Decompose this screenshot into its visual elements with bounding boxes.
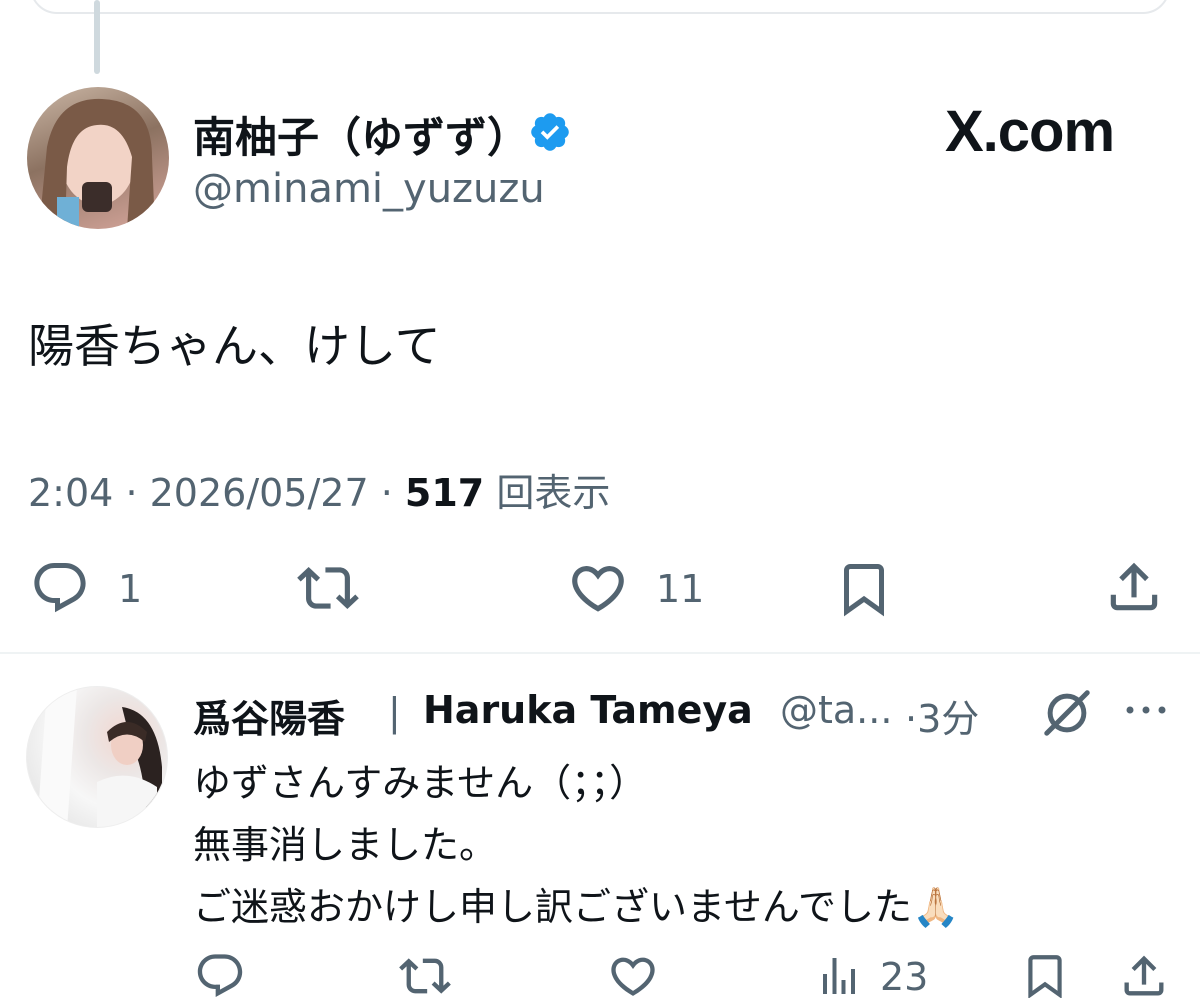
more-options-icon[interactable] bbox=[1122, 700, 1170, 720]
reply-author-handle[interactable]: @ta... bbox=[780, 688, 892, 732]
thread-connector-line bbox=[94, 0, 100, 74]
reply-icon[interactable] bbox=[192, 950, 248, 998]
retweet-icon[interactable] bbox=[396, 950, 454, 998]
reply-icon[interactable] bbox=[28, 558, 92, 618]
grok-icon[interactable] bbox=[1040, 686, 1094, 740]
reply-time[interactable]: 3分 bbox=[917, 697, 979, 741]
tweet-divider bbox=[0, 652, 1200, 654]
author-handle[interactable]: @minami_yuzuzu bbox=[193, 166, 545, 212]
meta-separator: · bbox=[380, 471, 405, 515]
meta-separator: · bbox=[125, 471, 150, 515]
reply-views-count: 23 bbox=[880, 955, 929, 998]
share-icon[interactable] bbox=[1103, 556, 1165, 618]
author-name[interactable]: 南柚子（ゆずず） bbox=[193, 104, 529, 165]
reply-text-line: ゆずさんすみません（；；） bbox=[193, 761, 648, 805]
reply-count: 1 bbox=[118, 567, 143, 611]
like-count: 11 bbox=[656, 567, 705, 611]
author-avatar[interactable] bbox=[27, 87, 169, 229]
verified-badge-icon[interactable] bbox=[528, 110, 572, 154]
tweet-time[interactable]: 2:04 bbox=[28, 471, 113, 515]
tweet-text: 陽香ちゃん、けして bbox=[28, 319, 441, 373]
reply-author-name-en[interactable]: Haruka Tameya bbox=[423, 688, 753, 732]
reply-text-line: 無事消しました。 bbox=[193, 823, 498, 867]
bookmark-icon[interactable] bbox=[834, 558, 894, 620]
reply-time-wrap: ·3分 bbox=[905, 688, 979, 743]
site-logo: X.com bbox=[945, 99, 1115, 164]
views-count: 517 bbox=[404, 471, 485, 515]
like-icon[interactable] bbox=[605, 950, 661, 998]
share-icon[interactable] bbox=[1118, 950, 1170, 998]
reply-author-avatar[interactable] bbox=[26, 686, 168, 828]
tweet-date[interactable]: 2026/05/27 bbox=[150, 471, 369, 515]
retweet-icon[interactable] bbox=[294, 557, 362, 619]
avatar-photo-icon bbox=[37, 687, 162, 827]
views-analytics-icon[interactable] bbox=[814, 952, 864, 998]
previous-tweet-card[interactable] bbox=[30, 0, 1170, 14]
bookmark-icon[interactable] bbox=[1020, 950, 1070, 998]
views-label: 回表示 bbox=[496, 471, 611, 515]
reply-name-separator: | bbox=[388, 690, 401, 734]
meta-separator: · bbox=[905, 697, 918, 741]
tweet-meta: 2:04 · 2026/05/27 · 517 回表示 bbox=[28, 462, 610, 517]
reply-text-line: ご迷惑おかけし申し訳ございませんでした🙏🏻 bbox=[193, 885, 960, 929]
like-icon[interactable] bbox=[565, 557, 631, 619]
reply-author-name[interactable]: 爲谷陽香 bbox=[193, 688, 345, 743]
avatar-photo-icon bbox=[39, 98, 155, 229]
